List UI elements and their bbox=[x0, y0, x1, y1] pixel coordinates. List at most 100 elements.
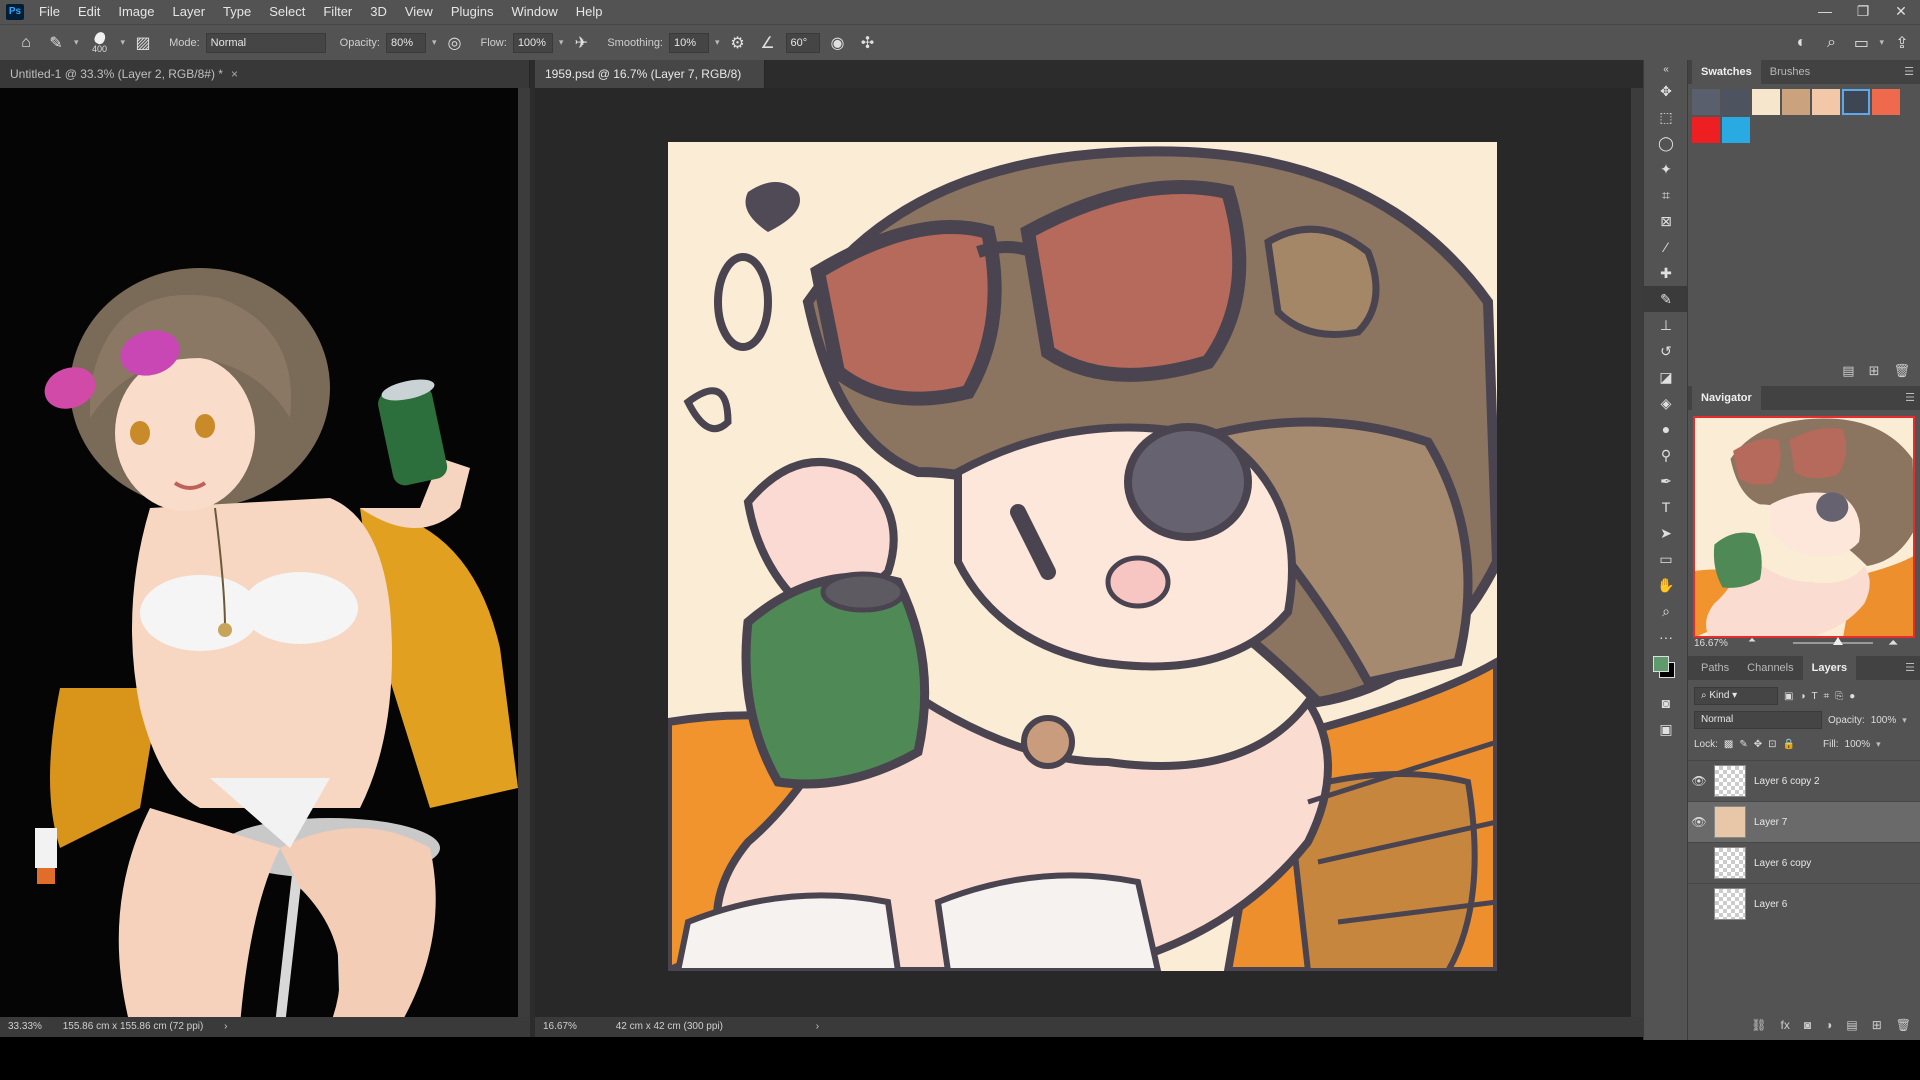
reference-canvas[interactable] bbox=[0, 88, 518, 1025]
color-swatch[interactable] bbox=[1722, 117, 1750, 143]
brush-tool-icon[interactable]: ✎ bbox=[44, 33, 68, 53]
color-swatch[interactable] bbox=[1692, 89, 1720, 115]
layer-name[interactable]: Layer 6 copy 2 bbox=[1754, 776, 1820, 787]
pixel-filter-icon[interactable]: ▣ bbox=[1784, 691, 1793, 702]
zoom-in-icon[interactable]: ⏶ bbox=[1888, 635, 1898, 651]
zoom-out-icon[interactable]: ⏶ bbox=[1748, 635, 1756, 646]
eyedropper-tool-icon[interactable]: ⁄ bbox=[1644, 234, 1688, 260]
color-swatch[interactable] bbox=[1872, 89, 1900, 115]
history-brush-tool-icon[interactable]: ↺ bbox=[1644, 338, 1688, 364]
hand-tool-icon[interactable]: ✋ bbox=[1644, 572, 1688, 598]
paint-bucket-tool-icon[interactable]: ◈ bbox=[1644, 390, 1688, 416]
menu-layer[interactable]: Layer bbox=[164, 0, 215, 24]
magic-wand-tool-icon[interactable]: ✦ bbox=[1644, 156, 1688, 182]
share-person-icon[interactable]: ◐ bbox=[1789, 34, 1813, 52]
rectangle-tool-icon[interactable]: ▭ bbox=[1644, 546, 1688, 572]
eraser-tool-icon[interactable]: ◪ bbox=[1644, 364, 1688, 390]
lock-artboard-icon[interactable]: ⊡ bbox=[1768, 739, 1776, 750]
doc-tab-1959[interactable]: 1959.psd @ 16.7% (Layer 7, RGB/8) *× bbox=[535, 60, 765, 109]
chevron-down-icon[interactable]: ▾ bbox=[1902, 715, 1907, 726]
marquee-tool-icon[interactable]: ⬚ bbox=[1644, 104, 1688, 130]
new-group-icon[interactable]: ▤ bbox=[1846, 1018, 1857, 1032]
shape-filter-icon[interactable]: ⌗ bbox=[1824, 691, 1830, 702]
foreground-color[interactable] bbox=[1653, 656, 1669, 672]
type-filter-icon[interactable]: T bbox=[1812, 691, 1818, 702]
share-icon[interactable]: ⇪ bbox=[1890, 33, 1914, 53]
minimize-button[interactable]: — bbox=[1806, 0, 1844, 24]
zoom-readout[interactable]: 16.67% bbox=[543, 1021, 577, 1032]
home-icon[interactable]: ⌂ bbox=[14, 34, 38, 52]
chevron-down-icon[interactable]: ▾ bbox=[559, 37, 564, 48]
pen-tool-icon[interactable]: ✒ bbox=[1644, 468, 1688, 494]
new-group-icon[interactable]: ▤ bbox=[1842, 363, 1854, 379]
panel-menu-icon[interactable]: ☰ bbox=[1905, 386, 1915, 410]
close-button[interactable]: ✕ bbox=[1882, 0, 1920, 24]
more-tools-icon[interactable]: ··· bbox=[1644, 624, 1688, 650]
dodge-tool-icon[interactable]: ⚲ bbox=[1644, 442, 1688, 468]
brush-preset-picker[interactable]: 400 bbox=[85, 28, 115, 58]
layer-fill-field[interactable]: 100% bbox=[1845, 739, 1871, 750]
chevron-down-icon[interactable]: ▾ bbox=[74, 37, 79, 48]
chevron-down-icon[interactable]: ▾ bbox=[1876, 739, 1881, 750]
navigator-view-box[interactable] bbox=[1693, 416, 1915, 638]
restore-button[interactable]: ❐ bbox=[1844, 0, 1882, 24]
color-swatch[interactable] bbox=[1782, 89, 1810, 115]
airbrush-icon[interactable]: ✈ bbox=[569, 33, 593, 53]
quick-mask-icon[interactable]: ◙ bbox=[1644, 690, 1688, 716]
symmetry-icon[interactable]: ✣ bbox=[856, 33, 880, 53]
filter-toggle-icon[interactable]: ● bbox=[1849, 691, 1855, 702]
trash-icon[interactable]: 🗑 bbox=[1896, 1018, 1911, 1032]
gear-icon[interactable]: ⚙ bbox=[726, 33, 750, 53]
slider-knob[interactable] bbox=[1833, 637, 1843, 645]
blend-mode-select[interactable]: Normal bbox=[1694, 711, 1822, 729]
menu-edit[interactable]: Edit bbox=[69, 0, 109, 24]
menu-help[interactable]: Help bbox=[567, 0, 612, 24]
navigator-zoom-value[interactable]: 16.67% bbox=[1694, 638, 1728, 649]
menu-type[interactable]: Type bbox=[214, 0, 260, 24]
layer-row[interactable]: 👁 Layer 6 bbox=[1688, 883, 1920, 924]
collapse-icon[interactable]: « bbox=[1644, 60, 1688, 78]
pressure-opacity-icon[interactable]: ◎ bbox=[443, 33, 467, 53]
color-swatch[interactable] bbox=[1812, 89, 1840, 115]
tab-paths[interactable]: Paths bbox=[1692, 656, 1738, 680]
workspace-icon[interactable]: ▭ bbox=[1849, 33, 1873, 53]
visibility-eye-icon[interactable]: 👁 bbox=[1688, 815, 1710, 829]
menu-window[interactable]: Window bbox=[502, 0, 566, 24]
tab-channels[interactable]: Channels bbox=[1738, 656, 1802, 680]
visibility-eye-icon[interactable]: 👁 bbox=[1688, 856, 1710, 870]
chevron-down-icon[interactable]: ▾ bbox=[715, 37, 720, 48]
color-swatch[interactable] bbox=[1752, 89, 1780, 115]
doc-tab-untitled[interactable]: Untitled-1 @ 33.3% (Layer 2, RGB/8#) * × bbox=[0, 60, 530, 88]
photoshop-logo[interactable]: Ps bbox=[6, 4, 24, 20]
frame-tool-icon[interactable]: ⊠ bbox=[1644, 208, 1688, 234]
menu-3d[interactable]: 3D bbox=[361, 0, 396, 24]
menu-plugins[interactable]: Plugins bbox=[442, 0, 503, 24]
lock-all-icon[interactable]: 🔒 bbox=[1783, 739, 1795, 750]
layer-row[interactable]: 👁 Layer 6 copy bbox=[1688, 842, 1920, 883]
layer-kind-filter[interactable]: ⌕ Kind ▾ bbox=[1694, 687, 1778, 705]
new-layer-icon[interactable]: ⊞ bbox=[1872, 1018, 1882, 1032]
menu-select[interactable]: Select bbox=[260, 0, 314, 24]
chevron-down-icon[interactable]: ▾ bbox=[432, 37, 437, 48]
trash-icon[interactable]: 🗑 bbox=[1893, 363, 1910, 379]
visibility-eye-icon[interactable]: 👁 bbox=[1688, 774, 1710, 788]
pressure-size-icon[interactable]: ◉ bbox=[826, 33, 850, 53]
panel-menu-icon[interactable]: ☰ bbox=[1905, 656, 1915, 680]
fx-icon[interactable]: fx bbox=[1781, 1018, 1790, 1032]
lock-image-icon[interactable]: ✎ bbox=[1739, 739, 1747, 750]
menu-image[interactable]: Image bbox=[109, 0, 163, 24]
healing-brush-tool-icon[interactable]: ✚ bbox=[1644, 260, 1688, 286]
path-selection-tool-icon[interactable]: ➤ bbox=[1644, 520, 1688, 546]
lock-position-icon[interactable]: ✥ bbox=[1754, 739, 1762, 750]
flow-field[interactable]: 100% bbox=[512, 32, 553, 53]
menu-file[interactable]: File bbox=[30, 0, 69, 24]
navigator-thumbnail[interactable] bbox=[1693, 416, 1915, 638]
navigator-zoom-slider[interactable] bbox=[1793, 637, 1873, 645]
color-swatch[interactable] bbox=[1842, 89, 1870, 115]
new-swatch-icon[interactable]: ⊞ bbox=[1869, 363, 1880, 379]
clone-stamp-tool-icon[interactable]: ⊥ bbox=[1644, 312, 1688, 338]
add-mask-icon[interactable]: ◙ bbox=[1804, 1018, 1811, 1032]
smart-object-filter-icon[interactable]: ⎘ bbox=[1835, 691, 1843, 702]
visibility-eye-icon[interactable]: 👁 bbox=[1688, 897, 1710, 911]
color-swatch[interactable] bbox=[1722, 89, 1750, 115]
